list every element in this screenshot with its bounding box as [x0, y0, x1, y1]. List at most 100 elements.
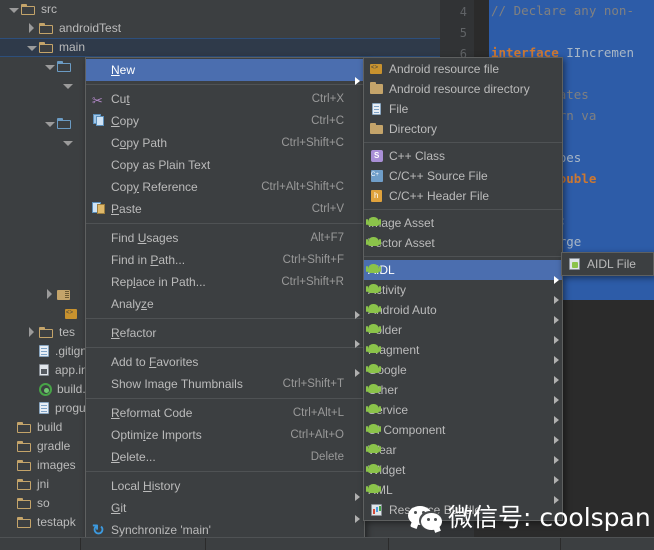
- menu-icon-placeholder: [90, 274, 108, 290]
- menu-item-analyze[interactable]: Analyze: [86, 293, 364, 319]
- menu-item-shortcut: Ctrl+X: [311, 93, 344, 105]
- submenu-item-android-resource-directory[interactable]: Android resource directory: [364, 79, 562, 99]
- chevron-down-icon[interactable]: [44, 118, 55, 129]
- submenu-item-resource-bundle[interactable]: Resource Bundle: [364, 500, 562, 520]
- menu-item-find-usages[interactable]: Find Usages Alt+F7: [86, 227, 364, 249]
- menu-item-label: Reformat Code: [111, 406, 193, 420]
- submenu-item-image-asset[interactable]: Image Asset: [364, 213, 562, 233]
- submenu-item-wear[interactable]: Wear: [364, 440, 562, 464]
- aidl-submenu[interactable]: AIDL File: [561, 252, 654, 276]
- chevron-down-icon[interactable]: [62, 80, 73, 91]
- android-icon: [366, 234, 380, 247]
- menu-item-copy-reference[interactable]: Copy Reference Ctrl+Alt+Shift+C: [86, 176, 364, 198]
- submenu-item-activity[interactable]: Activity: [364, 280, 562, 304]
- tree-row[interactable]: main: [0, 38, 440, 57]
- submenu-item-other[interactable]: Other: [364, 380, 562, 404]
- submenu-item-label: C/C++ Header File: [389, 189, 490, 203]
- submenu-item-c-c-header-file[interactable]: C/C++ Header File: [364, 186, 562, 206]
- chevron-down-icon[interactable]: [26, 42, 37, 53]
- menu-item-paste[interactable]: Paste Ctrl+V: [86, 198, 364, 220]
- submenu-item-xml[interactable]: XML: [364, 480, 562, 504]
- submenu-item-label: Fragment: [368, 343, 420, 357]
- tree-row[interactable]: androidTest: [0, 19, 440, 38]
- submenu-item-label: Google: [368, 363, 407, 377]
- folder-icon: [17, 478, 32, 491]
- submenu-item-file[interactable]: File: [364, 99, 562, 119]
- submenu-item-service[interactable]: Service: [364, 400, 562, 424]
- submenu-item-ui-component[interactable]: UI Component: [364, 420, 562, 444]
- menu-item-label: Paste: [111, 202, 142, 216]
- resource-icon: [65, 308, 78, 320]
- menu-item-refactor[interactable]: Refactor: [86, 322, 364, 348]
- chevron-down-icon[interactable]: [44, 61, 55, 72]
- line-number: 5: [459, 26, 467, 40]
- menu-item-copy[interactable]: Copy Ctrl+C: [86, 110, 364, 132]
- menu-item-copy-path[interactable]: Copy Path Ctrl+Shift+C: [86, 132, 364, 154]
- menu-separator: [86, 347, 364, 348]
- menu-separator: [86, 84, 364, 85]
- menu-item-add-to-favorites[interactable]: Add to Favorites: [86, 351, 364, 377]
- copy-icon: [90, 113, 108, 129]
- submenu-item-label: Android Auto: [368, 303, 437, 317]
- sync-icon: [90, 520, 108, 542]
- menu-item-label: Local History: [111, 479, 181, 493]
- menu-icon-placeholder: [90, 252, 108, 268]
- chevron-right-icon[interactable]: [26, 23, 37, 34]
- submenu-item-folder[interactable]: Folder: [364, 320, 562, 344]
- submenu-separator: [364, 209, 562, 210]
- chevron-down-icon[interactable]: [62, 137, 73, 148]
- android-resource-directory-icon: [368, 81, 386, 97]
- submenu-item-google[interactable]: Google: [364, 360, 562, 384]
- menu-item-cut[interactable]: Cut Ctrl+X: [86, 88, 364, 112]
- submenu-item-c-class[interactable]: C++ Class: [364, 146, 562, 166]
- chevron-right-icon[interactable]: [26, 327, 37, 338]
- directory-icon: [368, 122, 386, 137]
- module-icon: [57, 289, 71, 301]
- submenu-item-c-c-source-file[interactable]: C/C++ Source File: [364, 166, 562, 186]
- submenu-item-fragment[interactable]: Fragment: [364, 340, 562, 364]
- submenu-item-aidl[interactable]: AIDL: [364, 260, 562, 284]
- menu-separator: [86, 318, 364, 319]
- submenu-separator: [364, 142, 562, 143]
- submenu-item-directory[interactable]: Directory: [364, 119, 562, 139]
- tree-item-label: gradle: [37, 439, 71, 453]
- aidl-submenu-item-aidl-file[interactable]: AIDL File: [562, 254, 653, 274]
- menu-icon-placeholder: [90, 449, 108, 465]
- android-icon: [366, 421, 380, 434]
- context-menu[interactable]: New Cut Ctrl+X Copy Ctrl+C Copy Path Ctrl+Shif…: [85, 57, 365, 550]
- code-token: // Declare any non-: [491, 3, 634, 18]
- menu-item-reformat-code[interactable]: Reformat Code Ctrl+Alt+L: [86, 402, 364, 424]
- menu-item-copy-as-plain-text[interactable]: Copy as Plain Text: [86, 154, 364, 176]
- menu-item-find-in-path[interactable]: Find in Path... Ctrl+Shift+F: [86, 249, 364, 271]
- submenu-item-widget[interactable]: Widget: [364, 460, 562, 484]
- menu-item-optimize-imports[interactable]: Optimize Imports Ctrl+Alt+O: [86, 424, 364, 446]
- menu-item-local-history[interactable]: Local History: [86, 475, 364, 501]
- new-submenu[interactable]: Android resource file Android resource di…: [363, 57, 563, 521]
- menu-item-delete[interactable]: Delete... Delete: [86, 446, 364, 468]
- menu-item-label: Replace in Path...: [111, 275, 206, 289]
- submenu-item-android-auto[interactable]: Android Auto: [364, 300, 562, 324]
- submenu-item-label: Folder: [368, 323, 403, 337]
- submenu-item-android-resource-file[interactable]: Android resource file: [364, 59, 562, 79]
- submenu-separator: [364, 256, 562, 257]
- menu-item-show-image-thumbnails[interactable]: Show Image Thumbnails Ctrl+Shift+T: [86, 373, 364, 395]
- chevron-down-icon[interactable]: [8, 4, 19, 15]
- menu-item-git[interactable]: Git: [86, 497, 364, 523]
- aidl-file-icon: [566, 257, 584, 272]
- menu-item-shortcut: Ctrl+Alt+Shift+C: [261, 181, 344, 193]
- chevron-right-icon[interactable]: [44, 289, 55, 300]
- menu-separator: [86, 223, 364, 224]
- tree-row[interactable]: src: [0, 0, 440, 19]
- submenu-item-vector-asset[interactable]: Vector Asset: [364, 233, 562, 253]
- menu-item-replace-in-path[interactable]: Replace in Path... Ctrl+Shift+R: [86, 271, 364, 293]
- menu-item-new[interactable]: New: [86, 59, 364, 85]
- cpp-class-icon: [368, 149, 386, 164]
- tree-item-label: .gitign: [55, 344, 88, 358]
- android-icon: [366, 281, 380, 294]
